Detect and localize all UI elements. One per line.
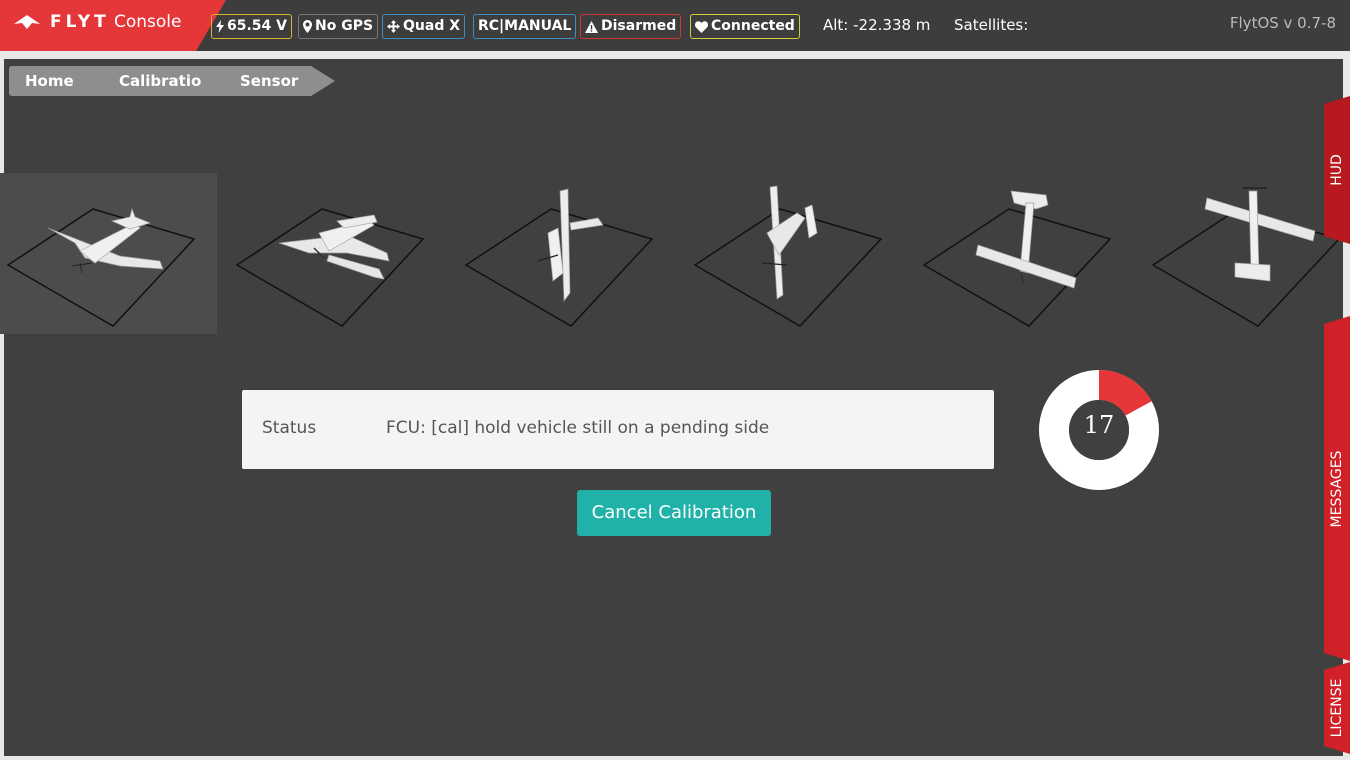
status-box: Status FCU: [cal] hold vehicle still on … xyxy=(242,390,994,469)
orientation-nose-down xyxy=(916,173,1133,334)
orientation-level xyxy=(0,173,217,334)
gps-status: No GPS xyxy=(315,18,374,34)
tab-hud-label: HUD xyxy=(1329,154,1345,186)
status-label: Status xyxy=(262,418,317,438)
warning-icon xyxy=(585,20,598,33)
arm-badge: Disarmed xyxy=(580,14,682,39)
breadcrumb-home-label: Home xyxy=(25,72,74,90)
orientation-left-side xyxy=(458,173,675,334)
voltage-value: 65.54 V xyxy=(227,18,287,34)
connection-badge: Connected xyxy=(690,14,800,39)
move-arrows-icon xyxy=(387,20,400,33)
tab-license-label: LICENSE xyxy=(1329,678,1345,738)
frame-badge: Quad X xyxy=(382,14,466,39)
tab-messages-label: MESSAGES xyxy=(1329,450,1345,527)
top-bar: FLYT Console 65.54 V No GPS Quad X RC|MA… xyxy=(0,0,1350,51)
satellites-readout: Satellites: xyxy=(954,16,1029,34)
breadcrumb-calibration-label: Calibratio xyxy=(119,72,202,90)
frame-type: Quad X xyxy=(403,18,461,34)
version-label: FlytOS v 0.7-8 xyxy=(1229,14,1336,32)
orientation-right-side xyxy=(687,173,904,334)
status-message: FCU: [cal] hold vehicle still on a pendi… xyxy=(386,418,770,438)
logo-text-flyt: FLYT xyxy=(50,12,110,32)
breadcrumb-sensor[interactable]: Sensor xyxy=(203,66,335,96)
breadcrumb-sensor-label: Sensor xyxy=(240,72,299,90)
flight-mode: RC|MANUAL xyxy=(478,18,572,34)
orientation-upside-down xyxy=(229,173,446,334)
cancel-calibration-button[interactable]: Cancel Calibration xyxy=(577,490,771,536)
gps-badge: No GPS xyxy=(298,14,379,39)
flyt-console-logo[interactable]: FLYT Console xyxy=(0,0,226,51)
voltage-badge: 65.54 V xyxy=(211,14,292,39)
mode-badge: RC|MANUAL xyxy=(473,14,577,39)
calibration-panel: Home Calibratio Sensor Status FCU: [cal]… xyxy=(0,59,1343,756)
logo-text-console: Console xyxy=(114,12,182,32)
bolt-icon xyxy=(216,20,224,33)
tab-license[interactable]: LICENSE xyxy=(1324,662,1350,754)
tab-messages[interactable]: MESSAGES xyxy=(1324,316,1350,661)
connection-status: Connected xyxy=(711,18,795,34)
tab-hud[interactable]: HUD xyxy=(1324,96,1350,244)
breadcrumb-home[interactable]: Home xyxy=(9,66,109,96)
breadcrumb-calibration[interactable]: Calibratio xyxy=(92,66,220,96)
heart-icon xyxy=(695,20,708,33)
flyt-logo-icon xyxy=(14,15,40,29)
progress-value: 17 xyxy=(1083,411,1115,439)
orientation-nose-up xyxy=(1145,173,1350,334)
map-marker-icon xyxy=(303,20,312,33)
altitude-readout: Alt: -22.338 m xyxy=(823,16,931,34)
arm-status: Disarmed xyxy=(601,18,677,34)
